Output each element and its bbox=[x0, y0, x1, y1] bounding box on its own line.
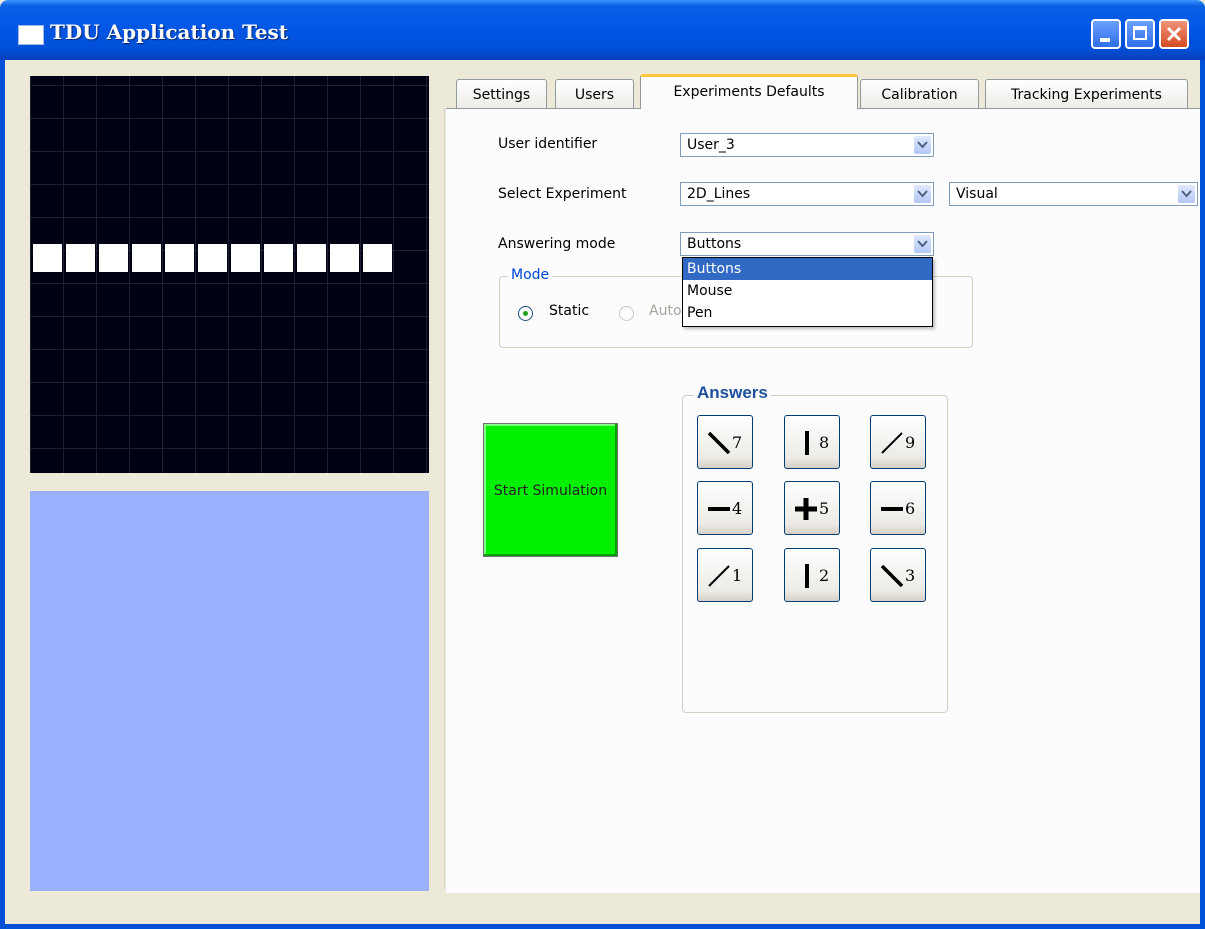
answer-button-2[interactable]: 2 bbox=[784, 548, 840, 602]
answer-number: 8 bbox=[819, 433, 830, 452]
chevron-down-icon[interactable] bbox=[914, 235, 931, 253]
backslash-line-icon bbox=[880, 564, 904, 588]
lit-cell bbox=[264, 244, 293, 272]
horizontal-line-icon bbox=[708, 507, 730, 511]
mode-group-title: Mode bbox=[508, 267, 553, 283]
answer-number: 7 bbox=[732, 433, 743, 452]
chevron-down-icon[interactable] bbox=[1178, 185, 1195, 203]
dropdown-option-buttons[interactable]: Buttons bbox=[683, 258, 932, 280]
tab-label: Experiments Defaults bbox=[673, 84, 825, 100]
lit-cell bbox=[66, 244, 95, 272]
tracking-canvas bbox=[30, 491, 429, 891]
lit-cell bbox=[165, 244, 194, 272]
combo-value: 2D_Lines bbox=[687, 186, 751, 202]
lit-cell bbox=[330, 244, 359, 272]
answer-button-4[interactable]: 4 bbox=[697, 481, 753, 535]
tab-calibration[interactable]: Calibration bbox=[860, 79, 979, 109]
user-identifier-combo[interactable]: User_3 bbox=[680, 133, 934, 157]
answering-mode-label: Answering mode bbox=[498, 236, 616, 252]
experiment-type-combo[interactable]: Visual bbox=[949, 182, 1198, 206]
answer-button-9[interactable]: 9 bbox=[870, 415, 926, 469]
tab-tracking-experiments[interactable]: Tracking Experiments bbox=[985, 79, 1188, 109]
tab-users[interactable]: Users bbox=[555, 79, 634, 109]
answer-number: 5 bbox=[819, 499, 830, 518]
minimize-icon bbox=[1100, 38, 1110, 42]
lit-cell bbox=[363, 244, 392, 272]
vertical-line-icon bbox=[805, 564, 809, 588]
answer-number: 4 bbox=[732, 499, 743, 518]
tab-label: Users bbox=[574, 87, 615, 103]
slash-line-icon bbox=[881, 432, 903, 454]
window-frame-bottom bbox=[0, 924, 1205, 929]
answer-button-3[interactable]: 3 bbox=[870, 548, 926, 602]
horizontal-line-icon bbox=[881, 507, 903, 511]
close-icon bbox=[1166, 26, 1182, 42]
answer-button-1[interactable]: 1 bbox=[697, 548, 753, 602]
user-identifier-label: User identifier bbox=[498, 136, 598, 152]
vertical-line-icon bbox=[805, 431, 809, 455]
slash-line-icon bbox=[708, 565, 730, 587]
dropdown-option-pen[interactable]: Pen bbox=[683, 302, 932, 326]
lit-cell bbox=[297, 244, 326, 272]
minimize-button[interactable] bbox=[1091, 19, 1121, 49]
answer-number: 2 bbox=[819, 566, 830, 585]
lit-cell bbox=[33, 244, 62, 272]
combo-value: User_3 bbox=[687, 137, 735, 153]
tab-experiments-defaults[interactable]: Experiments Defaults bbox=[640, 74, 858, 109]
start-simulation-button[interactable]: Start Simulation bbox=[483, 423, 618, 557]
title-bar[interactable]: TDU Application Test bbox=[0, 0, 1205, 60]
auto-radio-label[interactable]: Auto bbox=[649, 303, 682, 319]
tab-settings[interactable]: Settings bbox=[456, 79, 547, 109]
lit-cell bbox=[132, 244, 161, 272]
answers-group-title: Answers bbox=[694, 383, 771, 403]
window-frame-left bbox=[0, 60, 5, 929]
lit-cell bbox=[198, 244, 227, 272]
static-radio-label[interactable]: Static bbox=[549, 303, 589, 319]
plus-icon bbox=[795, 498, 817, 520]
answer-button-6[interactable]: 6 bbox=[870, 481, 926, 535]
answer-button-7[interactable]: 7 bbox=[697, 415, 753, 469]
lit-cell bbox=[231, 244, 260, 272]
auto-radio[interactable] bbox=[619, 306, 634, 321]
dropdown-option-mouse[interactable]: Mouse bbox=[683, 280, 932, 302]
answer-number: 9 bbox=[905, 433, 916, 452]
radio-selected-dot bbox=[523, 311, 528, 316]
answer-button-8[interactable]: 8 bbox=[784, 415, 840, 469]
stimulus-grid-display bbox=[30, 76, 429, 473]
combo-value: Buttons bbox=[687, 236, 742, 252]
tab-label: Settings bbox=[472, 87, 531, 103]
tab-label: Tracking Experiments bbox=[1011, 87, 1162, 103]
answer-number: 1 bbox=[732, 566, 743, 585]
close-button[interactable] bbox=[1159, 19, 1189, 49]
window-frame-right bbox=[1200, 60, 1205, 929]
answering-mode-dropdown[interactable]: Buttons Mouse Pen bbox=[682, 257, 933, 327]
answering-mode-combo[interactable]: Buttons bbox=[680, 232, 934, 256]
status-bar bbox=[5, 894, 1200, 924]
chevron-down-icon[interactable] bbox=[914, 185, 931, 203]
maximize-icon bbox=[1133, 26, 1147, 40]
combo-value: Visual bbox=[956, 186, 998, 202]
static-radio[interactable] bbox=[518, 306, 533, 321]
application-window: TDU Application Test Settings Users Expe… bbox=[0, 0, 1205, 929]
lit-cell bbox=[99, 244, 128, 272]
select-experiment-combo[interactable]: 2D_Lines bbox=[680, 182, 934, 206]
backslash-line-icon bbox=[707, 431, 731, 455]
maximize-button[interactable] bbox=[1125, 19, 1155, 49]
select-experiment-label: Select Experiment bbox=[498, 186, 627, 202]
panel-divider bbox=[444, 108, 445, 888]
chevron-down-icon[interactable] bbox=[914, 136, 931, 154]
lit-cell-row bbox=[33, 244, 392, 272]
answer-number: 6 bbox=[905, 499, 916, 518]
app-window-icon bbox=[18, 25, 44, 45]
answer-number: 3 bbox=[905, 566, 916, 585]
tab-label: Calibration bbox=[881, 87, 958, 103]
answer-button-5[interactable]: 5 bbox=[784, 481, 840, 535]
window-title: TDU Application Test bbox=[50, 20, 288, 44]
